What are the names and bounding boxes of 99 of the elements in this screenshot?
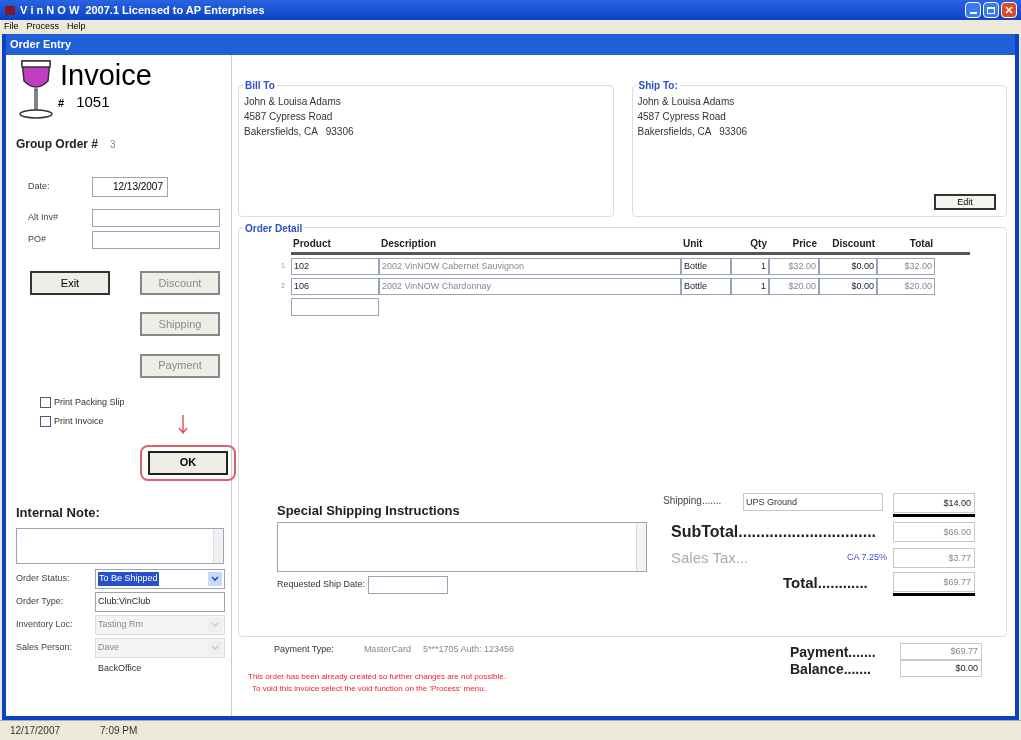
special-shipping-label: Special Shipping Instructions <box>277 501 461 520</box>
menu-item[interactable]: File <box>4 20 19 34</box>
status-text: 7:09 PM <box>100 724 138 738</box>
payment-detail: 5***1705 Auth: 123456 <box>422 643 514 656</box>
payment-method: MasterCard <box>363 643 411 656</box>
window-title: V i n N O W 2007.1 Licensed to AP Enterprises <box>20 2 265 18</box>
new-product-field[interactable] <box>291 298 379 316</box>
field-label: Order Type: <box>16 595 65 609</box>
table-cell: 1 <box>731 258 769 275</box>
table-cell: $32.00 <box>769 258 819 275</box>
field-label: Date: <box>28 180 51 194</box>
status-text: 12/17/2007 <box>10 724 61 738</box>
close-icon <box>1005 6 1013 14</box>
text-field[interactable] <box>92 209 220 227</box>
totals-label: Sales Tax... <box>670 547 750 568</box>
field-label: Requested Ship Date: <box>277 578 366 592</box>
totals-label: Total............ <box>782 573 869 593</box>
payment-type-label: Payment Type: <box>274 643 334 656</box>
group-order-label: Group Order # <box>16 136 98 153</box>
field-value: To Be Shipped <box>98 572 159 586</box>
special-shipping-field[interactable] <box>277 522 647 572</box>
totals-label: Shipping....... <box>663 493 723 508</box>
text-field[interactable]: 12/13/2007 <box>92 177 168 197</box>
address-line: 4587 Cypress Road <box>637 110 727 124</box>
field-label: Order Status: <box>16 572 71 586</box>
field-label: PO# <box>28 233 47 247</box>
arrow-icon <box>178 414 188 435</box>
field-value: Dave <box>98 641 119 655</box>
table-cell: $20.00 <box>877 278 935 295</box>
checkbox[interactable] <box>40 396 51 408</box>
table-cell: Bottle <box>681 258 731 275</box>
checkbox[interactable] <box>40 416 51 428</box>
scrollbar[interactable] <box>636 523 646 571</box>
minimize-button[interactable] <box>965 2 981 18</box>
app-icon <box>4 4 16 16</box>
checkbox-label: Print Invoice <box>54 415 104 428</box>
menu-item[interactable]: Help <box>67 20 86 34</box>
warning-message: To void this invoice select the void function on the 'Process' menu. <box>252 682 487 695</box>
amount-field: $14.00 <box>893 492 975 513</box>
dropdown[interactable]: To Be Shipped <box>95 569 225 589</box>
table-cell: 1 <box>731 278 769 295</box>
field-label: Sales Person: <box>16 641 74 655</box>
table-cell: $0.00 <box>819 258 877 275</box>
column-header: Total <box>908 237 934 251</box>
child-window-title: Order Entry <box>10 37 72 53</box>
tax-rate: CA 7.25% <box>845 551 888 564</box>
table-cell: 2002 VinNOW Cabernet Sauvignon <box>379 258 681 275</box>
menu-item[interactable]: Process <box>26 20 60 34</box>
amount-field: $0.00 <box>900 660 982 677</box>
column-header: Product <box>292 237 332 251</box>
shipping-method-field[interactable]: UPS Ground <box>743 492 883 511</box>
address-line: 4587 Cypress Road <box>244 110 334 124</box>
ok-button[interactable]: OK <box>148 450 228 475</box>
field-label: Alt Inv# <box>28 211 59 225</box>
amount-field: $3.77 <box>893 547 975 568</box>
address-line: John & Louisa Adams <box>244 95 342 109</box>
address-line: Bakersfields, CA 93306 <box>637 125 748 139</box>
invoice-title: Invoice <box>60 59 152 91</box>
exit-button[interactable]: Exit <box>30 271 110 295</box>
checkbox-label: Print Packing Slip <box>54 395 125 409</box>
table-cell: Bottle <box>681 278 731 295</box>
text-field[interactable]: Club:VinClub <box>95 592 225 612</box>
table-cell: $0.00 <box>819 278 877 295</box>
number-sign: # <box>58 96 65 111</box>
wine-glass-icon <box>16 59 56 121</box>
table-cell: 106 <box>291 278 379 295</box>
amount-field: $69.77 <box>900 643 982 660</box>
field-value: Tasting Rm <box>98 618 143 632</box>
address-line: John & Louisa Adams <box>637 95 736 109</box>
column-header: Unit <box>682 237 704 251</box>
invoice-number: 1051 <box>76 92 110 112</box>
table-cell: $32.00 <box>877 258 935 275</box>
table-cell: 102 <box>291 258 379 275</box>
maximize-button[interactable] <box>983 2 999 18</box>
totals-label: SubTotal............................... <box>670 521 878 542</box>
summary-label: Payment....... <box>790 643 877 660</box>
ship-date-field[interactable] <box>368 576 449 594</box>
internal-note-field[interactable] <box>16 528 224 564</box>
panel-title: Ship To: <box>636 78 680 93</box>
column-header: Price <box>791 237 818 251</box>
table-cell: $20.00 <box>769 278 819 295</box>
field-value: Club:VinClub <box>98 595 151 609</box>
address-line: Bakersfields, CA 93306 <box>244 125 355 139</box>
amount-field: $66.00 <box>893 521 975 542</box>
scrollbar[interactable] <box>213 529 223 563</box>
internal-note-label: Internal Note: <box>16 503 101 522</box>
text-field[interactable] <box>92 231 220 249</box>
sales-person-note: BackOffice <box>98 662 143 675</box>
amount-field: $69.77 <box>893 572 975 592</box>
close-button[interactable] <box>1001 2 1017 18</box>
column-header: Qty <box>749 237 768 251</box>
column-header: Description <box>380 237 437 251</box>
summary-label: Balance....... <box>790 660 872 677</box>
table-cell: 2002 VinNOW Chardonnay <box>379 278 681 295</box>
edit-button[interactable]: Edit <box>934 194 996 210</box>
column-header: Discount <box>831 237 876 251</box>
group-order-value: 3 <box>110 137 116 152</box>
warning-message: This order has been already created so further changes are not possible. <box>248 670 507 683</box>
field-label: Inventory Loc: <box>16 618 74 632</box>
